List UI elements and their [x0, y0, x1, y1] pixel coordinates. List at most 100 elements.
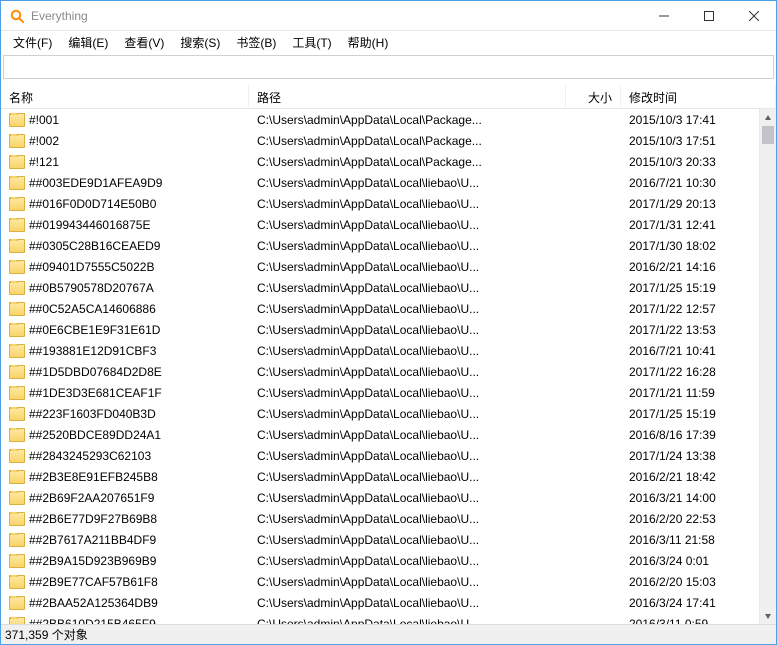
menu-bookmarks[interactable]: 书签(B): [228, 32, 284, 53]
menu-search[interactable]: 搜索(S): [172, 32, 228, 53]
search-input[interactable]: [4, 56, 773, 78]
list-item[interactable]: #!001C:\Users\admin\AppData\Local\Packag…: [1, 109, 759, 130]
menu-edit[interactable]: 编辑(E): [60, 32, 116, 53]
window-controls: [641, 1, 776, 30]
file-name: ##2843245293C62103: [29, 449, 151, 463]
file-name: ##0305C28B16CEAED9: [29, 239, 160, 253]
cell-name: ##2843245293C62103: [1, 449, 249, 463]
list-item[interactable]: ##2BAA52A125364DB9C:\Users\admin\AppData…: [1, 592, 759, 613]
list-item[interactable]: ##193881E12D91CBF3C:\Users\admin\AppData…: [1, 340, 759, 361]
cell-date: 2017/1/22 13:53: [621, 323, 759, 337]
cell-name: ##2BB610D215B465F9: [1, 617, 249, 625]
list-item[interactable]: ##2B69F2AA207651F9C:\Users\admin\AppData…: [1, 487, 759, 508]
cell-date: 2016/8/16 17:39: [621, 428, 759, 442]
file-name: ##019943446016875E: [29, 218, 150, 232]
list-item[interactable]: ##2520BDCE89DD24A1C:\Users\admin\AppData…: [1, 424, 759, 445]
menu-file[interactable]: 文件(F): [5, 32, 60, 53]
folder-icon: [9, 617, 25, 625]
folder-icon: [9, 596, 25, 610]
file-name: ##0B5790578D20767A: [29, 281, 154, 295]
results-list[interactable]: #!001 C:\Users\admin\AppData\Local\Packag…: [1, 109, 759, 624]
column-header-size[interactable]: 大小: [566, 85, 621, 108]
list-item[interactable]: #!002C:\Users\admin\AppData\Local\Packag…: [1, 130, 759, 151]
column-header-date[interactable]: 修改时间: [621, 85, 776, 108]
titlebar[interactable]: Everything: [1, 1, 776, 31]
maximize-button[interactable]: [686, 1, 731, 30]
app-icon: [9, 8, 25, 24]
menu-tools[interactable]: 工具(T): [284, 32, 339, 53]
app-window: Everything 文件(F) 编辑(E) 查看(V) 搜索(S) 书签(B)…: [0, 0, 777, 645]
list-item[interactable]: ##2B3E8E91EFB245B8C:\Users\admin\AppData…: [1, 466, 759, 487]
cell-date: 2017/1/30 18:02: [621, 239, 759, 253]
statusbar: 371,359 个对象: [1, 624, 776, 644]
cell-name: ##019943446016875E: [1, 218, 249, 232]
cell-path: C:\Users\admin\AppData\Local\liebao\U...: [249, 344, 566, 358]
list-item[interactable]: ##2B9A15D923B969B9C:\Users\admin\AppData…: [1, 550, 759, 571]
list-item[interactable]: ##016F0D0D714E50B0C:\Users\admin\AppData…: [1, 193, 759, 214]
menubar: 文件(F) 编辑(E) 查看(V) 搜索(S) 书签(B) 工具(T) 帮助(H…: [1, 31, 776, 53]
cell-date: 2016/3/11 21:58: [621, 533, 759, 547]
cell-name: #!001: [1, 113, 249, 127]
list-item[interactable]: ##2B9E77CAF57B61F8C:\Users\admin\AppData…: [1, 571, 759, 592]
list-item[interactable]: ##1DE3D3E681CEAF1F C:\Users\admin\AppData…: [1, 382, 759, 403]
cell-name: ##223F1603FD040B3D: [1, 407, 249, 421]
column-header-path[interactable]: 路径: [249, 85, 566, 108]
column-header-name[interactable]: 名称: [1, 85, 249, 108]
scroll-thumb[interactable]: [762, 126, 774, 144]
cell-date: 2015/10/3 20:33: [621, 155, 759, 169]
list-item[interactable]: ##2B7617A211BB4DF9C:\Users\admin\AppData…: [1, 529, 759, 550]
cell-date: 2017/1/29 20:13: [621, 197, 759, 211]
file-name: ##2B69F2AA207651F9: [29, 491, 154, 505]
file-name: ##2B7617A211BB4DF9: [29, 533, 156, 547]
close-button[interactable]: [731, 1, 776, 30]
folder-icon: [9, 260, 25, 274]
cell-name: ##2B9E77CAF57B61F8: [1, 575, 249, 589]
file-name: ##223F1603FD040B3D: [29, 407, 156, 421]
list-item[interactable]: ##0B5790578D20767AC:\Users\admin\AppData…: [1, 277, 759, 298]
cell-date: 2016/7/21 10:41: [621, 344, 759, 358]
scroll-up-button[interactable]: [760, 109, 776, 126]
cell-date: 2016/3/21 14:00: [621, 491, 759, 505]
cell-path: C:\Users\admin\AppData\Local\liebao\U...: [249, 407, 566, 421]
cell-date: 2016/2/21 14:16: [621, 260, 759, 274]
folder-icon: [9, 155, 25, 169]
list-item[interactable]: ##0C52A5CA14606886C:\Users\admin\AppData…: [1, 298, 759, 319]
list-item[interactable]: ##019943446016875EC:\Users\admin\AppData…: [1, 214, 759, 235]
folder-icon: [9, 323, 25, 337]
menu-view[interactable]: 查看(V): [116, 32, 172, 53]
list-item[interactable]: ##1D5DBD07684D2D8EC:\Users\admin\AppData…: [1, 361, 759, 382]
cell-name: ##09401D7555C5022B: [1, 260, 249, 274]
cell-name: ##2B9A15D923B969B9: [1, 554, 249, 568]
file-name: ##1DE3D3E681CEAF1F: [29, 386, 162, 400]
folder-icon: [9, 302, 25, 316]
cell-name: #!002: [1, 134, 249, 148]
folder-icon: [9, 218, 25, 232]
list-item[interactable]: ##2B6E77D9F27B69B8C:\Users\admin\AppData…: [1, 508, 759, 529]
folder-icon: [9, 428, 25, 442]
scroll-down-button[interactable]: [760, 607, 776, 624]
cell-path: C:\Users\admin\AppData\Local\liebao\U...: [249, 449, 566, 463]
list-item[interactable]: ##0E6CBE1E9F31E61DC:\Users\admin\AppData…: [1, 319, 759, 340]
cell-date: 2017/1/22 12:57: [621, 302, 759, 316]
status-text: 371,359 个对象: [5, 626, 88, 643]
cell-path: C:\Users\admin\AppData\Local\liebao\U...: [249, 197, 566, 211]
list-item[interactable]: ##2843245293C62103 C:\Users\admin\AppData…: [1, 445, 759, 466]
list-item[interactable]: ##2BB610D215B465F9C:\Users\admin\AppData…: [1, 613, 759, 624]
file-name: ##2B9E77CAF57B61F8: [29, 575, 158, 589]
list-item[interactable]: ##003EDE9D1AFEA9D9C:\Users\admin\AppData…: [1, 172, 759, 193]
cell-path: C:\Users\admin\AppData\Local\Package...: [249, 155, 566, 169]
search-area: [3, 55, 774, 79]
cell-name: ##193881E12D91CBF3: [1, 344, 249, 358]
scroll-track[interactable]: [760, 126, 776, 607]
vertical-scrollbar[interactable]: [759, 109, 776, 624]
minimize-button[interactable]: [641, 1, 686, 30]
list-item[interactable]: ##09401D7555C5022BC:\Users\admin\AppData…: [1, 256, 759, 277]
menu-help[interactable]: 帮助(H): [340, 32, 397, 53]
list-item[interactable]: #!121C:\Users\admin\AppData\Local\Packag…: [1, 151, 759, 172]
list-item[interactable]: ##0305C28B16CEAED9C:\Users\admin\AppData…: [1, 235, 759, 256]
list-item[interactable]: ##223F1603FD040B3D C:\Users\admin\AppData…: [1, 403, 759, 424]
cell-path: C:\Users\admin\AppData\Local\liebao\U...: [249, 386, 566, 400]
folder-icon: [9, 449, 25, 463]
cell-date: 2016/2/21 18:42: [621, 470, 759, 484]
file-name: ##2B3E8E91EFB245B8: [29, 470, 158, 484]
